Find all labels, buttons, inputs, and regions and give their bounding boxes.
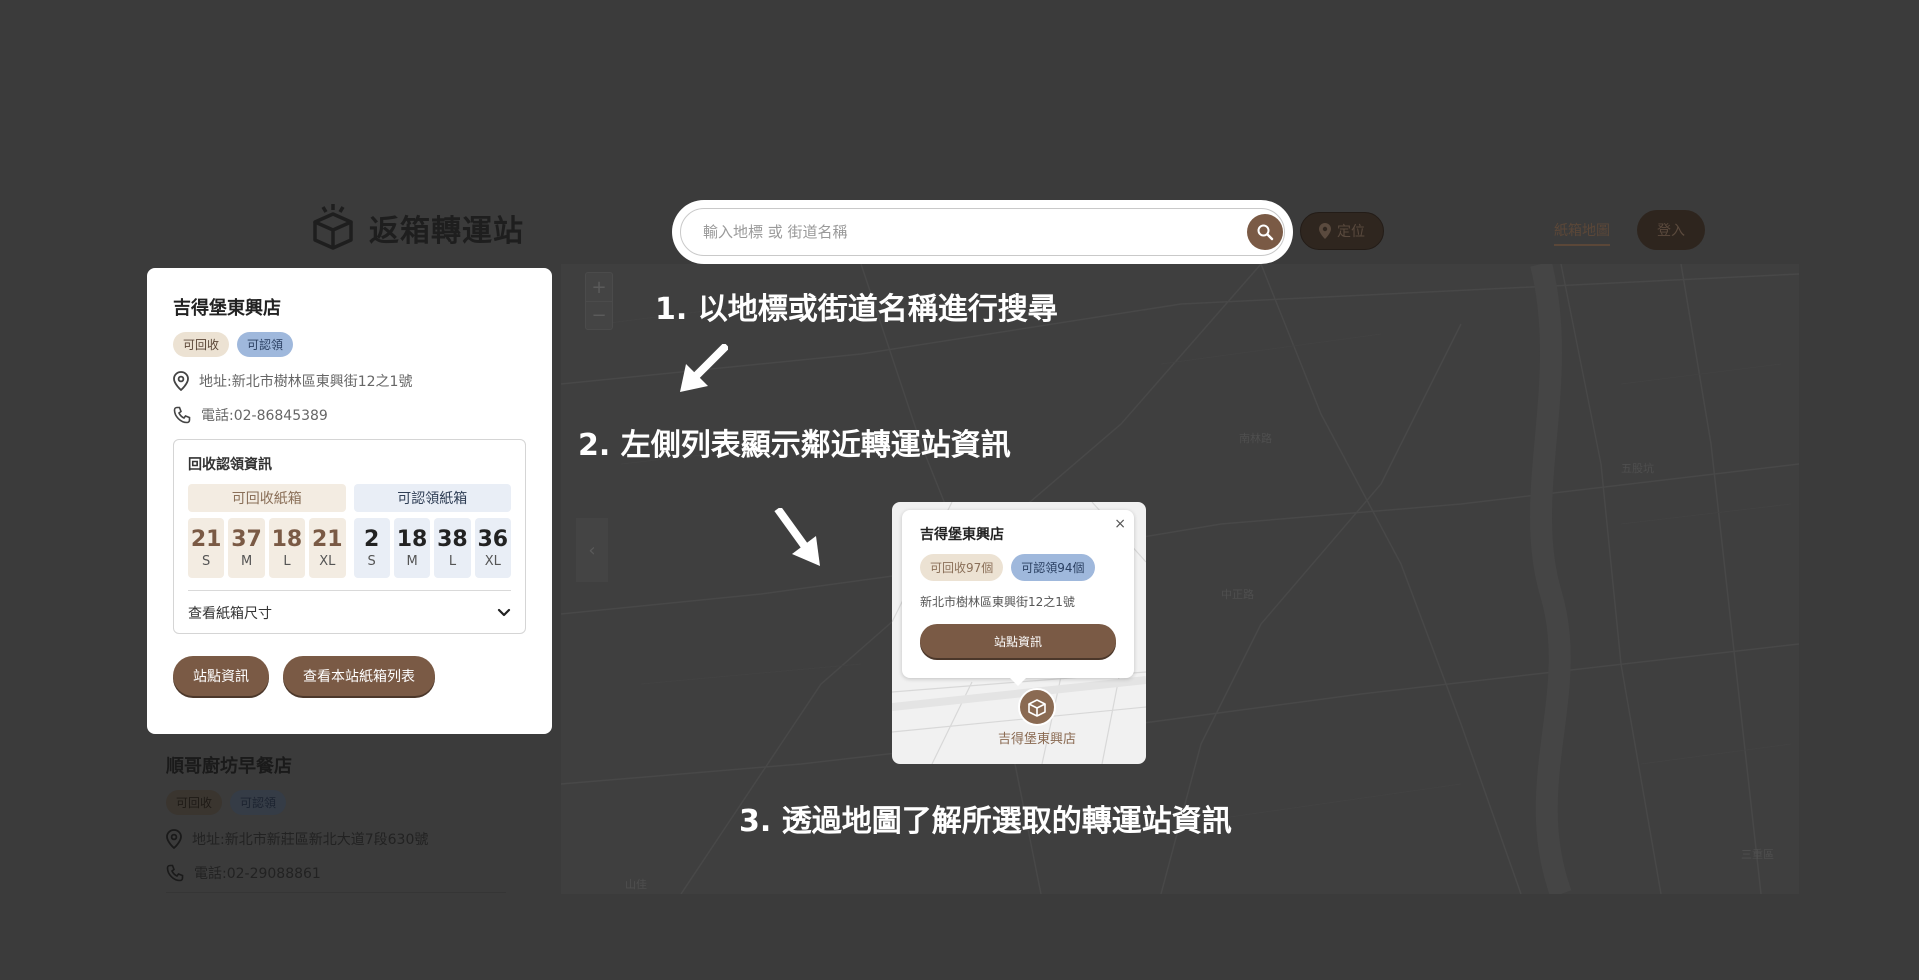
size-count: 38 xyxy=(437,527,468,552)
box-size-toggle[interactable]: 查看紙箱尺寸 xyxy=(188,591,511,623)
size-label: M xyxy=(240,554,253,569)
map-popup-preview: × 吉得堡東興店 可回收97個 可認領94個 新北市樹林區東興街12之1號 站點… xyxy=(892,502,1146,764)
station-actions: 站點資訊 查看本站紙箱列表 xyxy=(173,656,526,696)
size-label: L xyxy=(283,554,291,569)
claim-size-m: 18 M xyxy=(393,518,431,578)
phone-row: 電話:02-86845389 xyxy=(173,405,526,425)
recycle-badge: 可回收 xyxy=(166,790,223,815)
chevron-down-icon xyxy=(497,608,511,617)
location-pin-icon xyxy=(1319,223,1331,239)
station-phone: 電話:02-29088861 xyxy=(194,866,321,882)
size-label: M xyxy=(406,554,418,569)
location-pin-icon xyxy=(166,829,182,849)
station-tags: 可回收 可認領 xyxy=(173,332,526,357)
station-phone: 電話:02-86845389 xyxy=(201,408,328,424)
marker-label: 吉得堡東興店 xyxy=(998,732,1077,747)
panel-title: 回收認領資訊 xyxy=(188,457,272,473)
station-popup: × 吉得堡東興店 可回收97個 可認領94個 新北市樹林區東興街12之1號 站點… xyxy=(902,510,1134,686)
claim-size-xl: 36 XL xyxy=(474,518,511,578)
station-card[interactable]: 順哥廚坊早餐店 可回收 可認領 地址:新北市新莊區新北大道7段630號 電話:0… xyxy=(166,752,506,883)
size-count: 36 xyxy=(477,527,509,552)
claim-column-header: 可認領紙箱 xyxy=(353,484,511,512)
recycle-claim-panel: 回收認領資訊 可回收紙箱 21 S 37 M 18 L 21 XL 可認領紙箱 … xyxy=(173,439,526,634)
size-count: 18 xyxy=(396,527,428,552)
size-count: 21 xyxy=(312,527,343,552)
collapse-sidebar-button[interactable]: ‹ xyxy=(576,518,608,582)
station-tags: 可回收 可認領 xyxy=(166,790,506,815)
recycle-badge: 可回收 xyxy=(173,332,230,357)
station-card[interactable]: 吉得堡東興店 可回收 可認領 地址:新北市樹林區東興街12之1號 電話:02-8… xyxy=(147,268,552,734)
zoom-in-button[interactable]: + xyxy=(586,273,612,301)
size-count: 37 xyxy=(231,527,262,552)
logo-text: 返箱轉運站 xyxy=(369,214,524,249)
phone-icon xyxy=(173,406,191,424)
login-button[interactable]: 登入 xyxy=(1637,210,1705,250)
phone-icon xyxy=(166,864,184,882)
station-address: 地址:新北市樹林區東興街12之1號 xyxy=(199,374,413,390)
instruction-step-3: 3. 透過地圖了解所選取的轉運站資訊 xyxy=(739,804,1232,839)
map-label: 山佳 xyxy=(625,878,647,891)
size-count: 18 xyxy=(271,527,303,552)
size-label: S xyxy=(367,554,376,569)
map-label: 南林路 xyxy=(1239,432,1272,445)
recycle-size-s: 21 S xyxy=(188,518,225,578)
close-icon[interactable]: × xyxy=(1114,516,1126,532)
size-label: XL xyxy=(319,554,336,569)
size-label: S xyxy=(202,554,211,569)
recycle-column-header: 可回收紙箱 xyxy=(188,484,346,512)
search-input[interactable] xyxy=(680,208,1285,256)
popup-station-info-button[interactable]: 站點資訊 xyxy=(920,624,1116,658)
size-label: L xyxy=(448,554,457,569)
popup-station-name: 吉得堡東興店 xyxy=(920,527,1004,543)
claim-size-s: 2 S xyxy=(353,518,390,578)
recycle-size-l: 18 L xyxy=(268,518,306,578)
arrow-down-left-icon xyxy=(680,344,728,392)
size-count: 2 xyxy=(364,527,380,552)
station-address: 地址:新北市新莊區新北大道7段630號 xyxy=(192,832,429,848)
instruction-step-1: 1. 以地標或街道名稱進行搜尋 xyxy=(655,292,1058,327)
instruction-step-2: 2. 左側列表顯示鄰近轉運站資訊 xyxy=(578,428,1011,463)
locate-button[interactable]: 定位 xyxy=(1300,212,1384,250)
station-info-button[interactable]: 站點資訊 xyxy=(173,656,269,696)
station-name: 吉得堡東興店 xyxy=(173,298,281,319)
popup-claim-badge: 可認領94個 xyxy=(1011,554,1095,581)
nav-box-map[interactable]: 紙箱地圖 xyxy=(1554,220,1610,246)
arrow-down-right-icon xyxy=(774,508,820,566)
search-button[interactable] xyxy=(1247,214,1283,250)
box-logo-icon xyxy=(313,204,353,250)
search-bar xyxy=(672,200,1293,264)
recycle-size-xl: 21 XL xyxy=(309,518,346,578)
search-icon xyxy=(1257,224,1274,241)
address-row: 地址:新北市樹林區東興街12之1號 xyxy=(173,371,526,391)
zoom-out-button[interactable]: − xyxy=(586,301,612,329)
popup-address: 新北市樹林區東興街12之1號 xyxy=(920,595,1075,609)
recycle-size-m: 37 M xyxy=(228,518,265,578)
size-label: XL xyxy=(484,554,501,569)
box-size-toggle-label: 查看紙箱尺寸 xyxy=(188,606,272,622)
map-label: 五股坑 xyxy=(1621,462,1654,475)
size-count: 21 xyxy=(190,527,222,552)
box-list-button[interactable]: 查看本站紙箱列表 xyxy=(283,656,435,696)
recycle-column: 可回收紙箱 21 S 37 M 18 L 21 XL xyxy=(188,484,346,578)
claim-column: 可認領紙箱 2 S 18 M 38 L 36 XL xyxy=(353,484,511,578)
zoom-control: + − xyxy=(585,272,613,330)
claim-badge: 可認領 xyxy=(237,332,294,357)
box-icon xyxy=(1028,699,1046,717)
popup-recycle-badge: 可回收97個 xyxy=(920,554,1004,581)
phone-row: 電話:02-29088861 xyxy=(166,863,506,883)
divider xyxy=(166,892,506,893)
claim-badge: 可認領 xyxy=(230,790,287,815)
locate-label: 定位 xyxy=(1337,224,1365,240)
map-label: 三重區 xyxy=(1741,848,1774,861)
station-name: 順哥廚坊早餐店 xyxy=(166,756,292,777)
claim-size-l: 38 L xyxy=(434,518,471,578)
station-marker[interactable] xyxy=(1018,688,1056,726)
app-logo[interactable]: 返箱轉運站 xyxy=(305,200,524,256)
location-pin-icon xyxy=(173,371,189,391)
address-row: 地址:新北市新莊區新北大道7段630號 xyxy=(166,829,506,849)
map-label: 中正路 xyxy=(1221,588,1254,601)
